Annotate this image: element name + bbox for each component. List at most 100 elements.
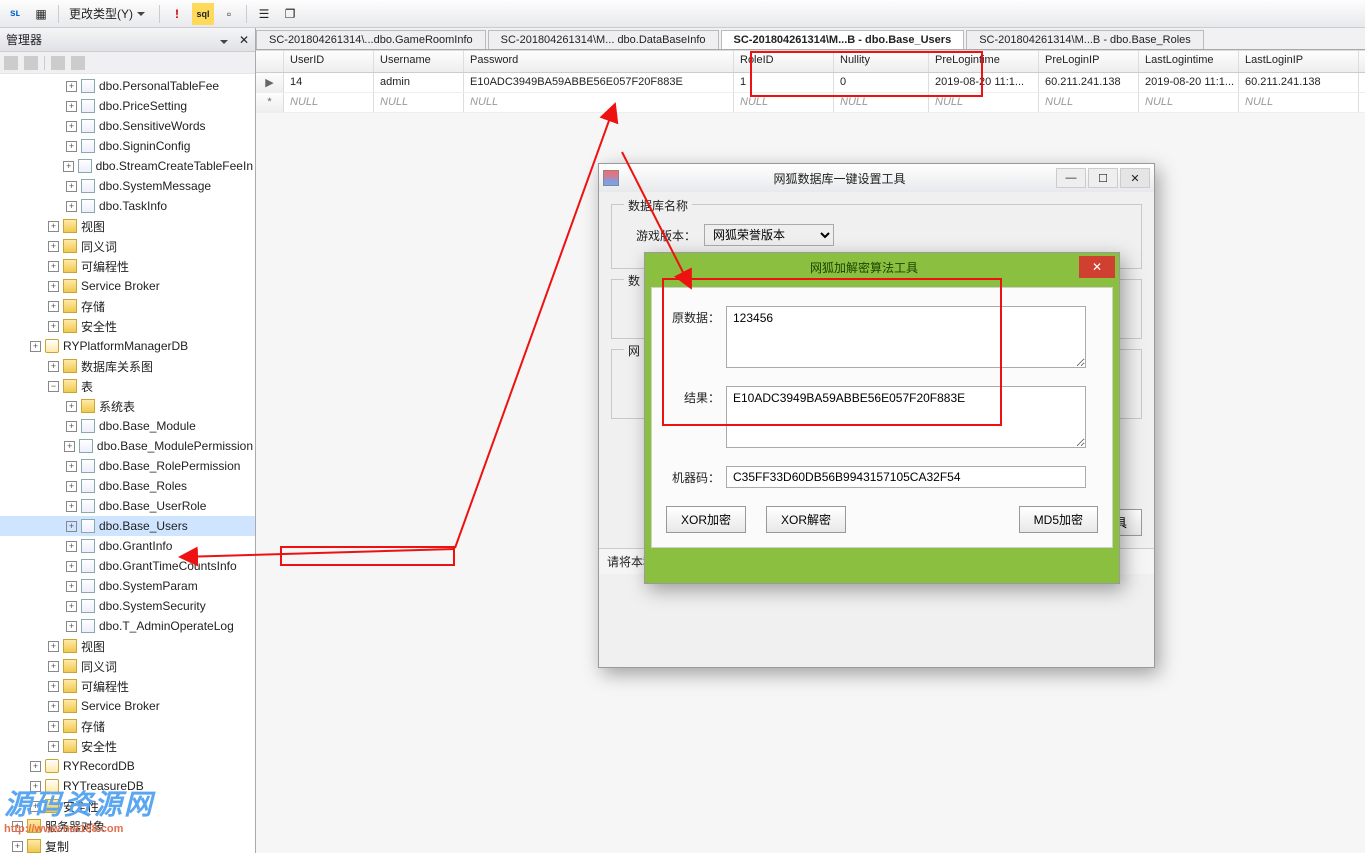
col-username[interactable]: Username (374, 51, 464, 72)
col-lastlogintime[interactable]: LastLogintime (1139, 51, 1239, 72)
document-tab[interactable]: SC-201804261314\M...B - dbo.Base_Users (721, 30, 965, 49)
expand-icon[interactable]: + (48, 261, 59, 272)
expand-icon[interactable]: + (66, 601, 77, 612)
expand-icon[interactable]: + (48, 361, 59, 372)
expand-icon[interactable]: + (48, 721, 59, 732)
tree-node[interactable]: +dbo.GrantTimeCountsInfo (0, 556, 255, 576)
expand-icon[interactable]: + (66, 561, 77, 572)
machine-code-input[interactable] (726, 466, 1086, 488)
tree-node[interactable]: +dbo.SystemSecurity (0, 596, 255, 616)
tree-node[interactable]: +dbo.Base_UserRole (0, 496, 255, 516)
tb-doc-icon[interactable]: ▫ (218, 3, 240, 25)
minimize-button[interactable]: — (1056, 168, 1086, 188)
tree-node[interactable]: +dbo.Base_Roles (0, 476, 255, 496)
row-header[interactable]: * (256, 93, 284, 112)
col-prelogintime[interactable]: PreLogintime (929, 51, 1039, 72)
tree-node[interactable]: +RYRecordDB (0, 756, 255, 776)
expand-icon[interactable]: + (66, 521, 77, 532)
expand-icon[interactable]: + (63, 161, 74, 172)
tb-list-icon[interactable]: ☰ (253, 3, 275, 25)
close-button[interactable]: ✕ (1120, 168, 1150, 188)
expand-icon[interactable]: + (66, 481, 77, 492)
cell[interactable]: 2019-08-20 11:1... (1139, 73, 1239, 92)
table-row[interactable]: *NULLNULLNULLNULLNULLNULLNULLNULLNULL (256, 93, 1365, 113)
tree-node[interactable]: +视图 (0, 216, 255, 236)
tree-node[interactable]: +安全性 (0, 316, 255, 336)
expand-icon[interactable]: + (64, 441, 75, 452)
expand-icon[interactable]: + (48, 681, 59, 692)
tree-node[interactable]: +dbo.PersonalTableFee (0, 76, 255, 96)
document-tab[interactable]: SC-201804261314\...dbo.GameRoomInfo (256, 30, 486, 49)
tree-node[interactable]: +dbo.Base_Users (0, 516, 255, 536)
tb-sql-icon[interactable]: sʟ (4, 3, 26, 25)
tree-node[interactable]: +数据库关系图 (0, 356, 255, 376)
pin-icon[interactable] (220, 40, 228, 44)
expand-icon[interactable]: + (48, 701, 59, 712)
cell[interactable]: 2019-08-20 11:1... (929, 73, 1039, 92)
cell[interactable]: NULL (834, 93, 929, 112)
tree-node[interactable]: +安全性 (0, 736, 255, 756)
source-data-input[interactable] (726, 306, 1086, 368)
expand-icon[interactable]: + (48, 741, 59, 752)
mini-icon-3[interactable] (51, 56, 65, 70)
expand-icon[interactable]: + (66, 541, 77, 552)
expand-icon[interactable]: + (12, 841, 23, 852)
result-input[interactable] (726, 386, 1086, 448)
tree-node[interactable]: +Service Broker (0, 696, 255, 716)
cell[interactable]: admin (374, 73, 464, 92)
expand-icon[interactable]: + (66, 121, 77, 132)
tree-node[interactable]: +dbo.PriceSetting (0, 96, 255, 116)
col-userid[interactable]: UserID (284, 51, 374, 72)
expand-icon[interactable]: + (66, 101, 77, 112)
xor-encrypt-button[interactable]: XOR加密 (666, 506, 746, 533)
expand-icon[interactable]: + (66, 581, 77, 592)
expand-icon[interactable]: + (66, 141, 77, 152)
data-grid[interactable]: UserID Username Password RoleID Nullity … (256, 50, 1365, 113)
cell[interactable]: NULL (929, 93, 1039, 112)
cell[interactable]: 60.211.241.138 (1039, 73, 1139, 92)
expand-icon[interactable]: − (48, 381, 59, 392)
crypto-close-button[interactable]: ✕ (1079, 256, 1115, 278)
crypto-titlebar[interactable]: 网狐加解密算法工具 ✕ (645, 253, 1119, 281)
cell[interactable]: NULL (1139, 93, 1239, 112)
tree-node[interactable]: +dbo.Base_ModulePermission (0, 436, 255, 456)
cell[interactable]: NULL (1239, 93, 1359, 112)
col-lastloginip[interactable]: LastLoginIP (1239, 51, 1359, 72)
col-nullity[interactable]: Nullity (834, 51, 929, 72)
expand-icon[interactable]: + (66, 621, 77, 632)
tree-node[interactable]: +存储 (0, 296, 255, 316)
tb-sql2-icon[interactable]: sql (192, 3, 214, 25)
tree-node[interactable]: +dbo.TaskInfo (0, 196, 255, 216)
tree-node[interactable]: +复制 (0, 836, 255, 853)
tb-info-icon[interactable]: ! (166, 3, 188, 25)
tb-grid-icon[interactable]: ▦ (30, 3, 52, 25)
cell[interactable]: NULL (284, 93, 374, 112)
tree-node[interactable]: +同义词 (0, 236, 255, 256)
cell[interactable]: NULL (464, 93, 734, 112)
expand-icon[interactable]: + (30, 761, 41, 772)
mini-icon-4[interactable] (71, 56, 85, 70)
expand-icon[interactable]: + (48, 281, 59, 292)
tree-node[interactable]: +可编程性 (0, 256, 255, 276)
db-setup-titlebar[interactable]: 网狐数据库一键设置工具 — ☐ ✕ (599, 164, 1154, 192)
game-version-select[interactable]: 网狐荣誉版本 (704, 224, 834, 246)
expand-icon[interactable]: + (48, 641, 59, 652)
tree-node[interactable]: +RYPlatformManagerDB (0, 336, 255, 356)
tree-node[interactable]: +dbo.Base_RolePermission (0, 456, 255, 476)
expand-icon[interactable]: + (66, 181, 77, 192)
tree-node[interactable]: +dbo.SystemParam (0, 576, 255, 596)
expand-icon[interactable]: + (48, 241, 59, 252)
md5-encrypt-button[interactable]: MD5加密 (1019, 506, 1098, 533)
cell[interactable]: NULL (734, 93, 834, 112)
expand-icon[interactable]: + (48, 321, 59, 332)
expand-icon[interactable]: + (48, 661, 59, 672)
tree-node[interactable]: +dbo.StreamCreateTableFeeIn (0, 156, 255, 176)
cell[interactable]: E10ADC3949BA59ABBE56E057F20F883E (464, 73, 734, 92)
tree-node[interactable]: +dbo.SigninConfig (0, 136, 255, 156)
tree-node[interactable]: +dbo.Base_Module (0, 416, 255, 436)
expand-icon[interactable]: + (66, 501, 77, 512)
cell[interactable]: 0 (834, 73, 929, 92)
tree-node[interactable]: +Service Broker (0, 276, 255, 296)
document-tab[interactable]: SC-201804261314\M... dbo.DataBaseInfo (488, 30, 719, 49)
tree-node[interactable]: +系统表 (0, 396, 255, 416)
